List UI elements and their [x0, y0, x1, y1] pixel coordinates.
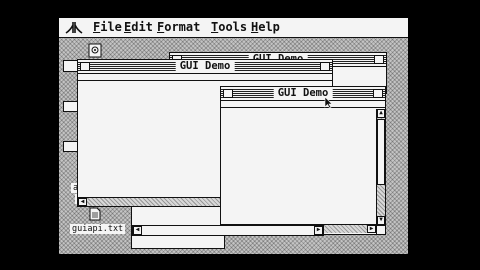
menu-tools[interactable]: Tools	[211, 20, 247, 35]
window-front-content[interactable]	[221, 109, 376, 225]
fullsize-box-icon[interactable]	[374, 55, 384, 64]
scroll-up-arrow-icon[interactable]: ▲	[377, 109, 385, 118]
window-front-vscroll[interactable]: ▲ ▼	[376, 109, 385, 225]
window-middle-titlebar[interactable]: GUI Demo	[78, 60, 332, 74]
menu-bar: File Edit Format Tools Help	[59, 18, 408, 38]
scroll-right-arrow-icon[interactable]: ▶	[367, 225, 376, 233]
desktop-icon-guiapi-label[interactable]: guiapi.txt	[70, 224, 126, 234]
window-middle-hscroll[interactable]: ◀	[78, 197, 223, 206]
mouse-pointer-icon	[324, 96, 333, 109]
window-front[interactable]: GUI Demo ▲ ▼ ◀ ▶	[220, 86, 386, 235]
window-middle-title: GUI Demo	[175, 60, 235, 73]
scroll-left-arrow-icon[interactable]: ◀	[133, 226, 142, 235]
text-file-icon[interactable]	[89, 207, 101, 221]
close-box-icon[interactable]	[80, 62, 90, 71]
size-box-icon[interactable]	[376, 225, 385, 234]
scroll-left-arrow-icon[interactable]: ◀	[78, 198, 87, 206]
close-box-icon[interactable]	[223, 89, 233, 98]
window-middle-infobar	[78, 74, 332, 81]
drive-icon[interactable]	[88, 43, 102, 58]
menu-file[interactable]: File	[93, 20, 122, 35]
menu-help[interactable]: Help	[251, 20, 280, 35]
vscroll-thumb[interactable]	[377, 119, 385, 185]
window-front-infobar	[221, 101, 385, 108]
scroll-down-arrow-icon[interactable]: ▼	[377, 216, 385, 225]
fullsize-box-icon[interactable]	[320, 62, 330, 71]
window-bottom-strip[interactable]: ◀ ▶	[132, 225, 324, 236]
atari-logo-icon[interactable]	[65, 21, 83, 34]
desktop-screen: File Edit Format Tools Help accutest m65…	[59, 18, 408, 254]
scroll-right-arrow-icon[interactable]: ▶	[314, 226, 323, 235]
menu-edit[interactable]: Edit	[124, 20, 153, 35]
fullsize-box-icon[interactable]	[373, 89, 383, 98]
window-front-titlebar[interactable]: GUI Demo	[221, 87, 385, 101]
menu-format[interactable]: Format	[157, 20, 200, 35]
